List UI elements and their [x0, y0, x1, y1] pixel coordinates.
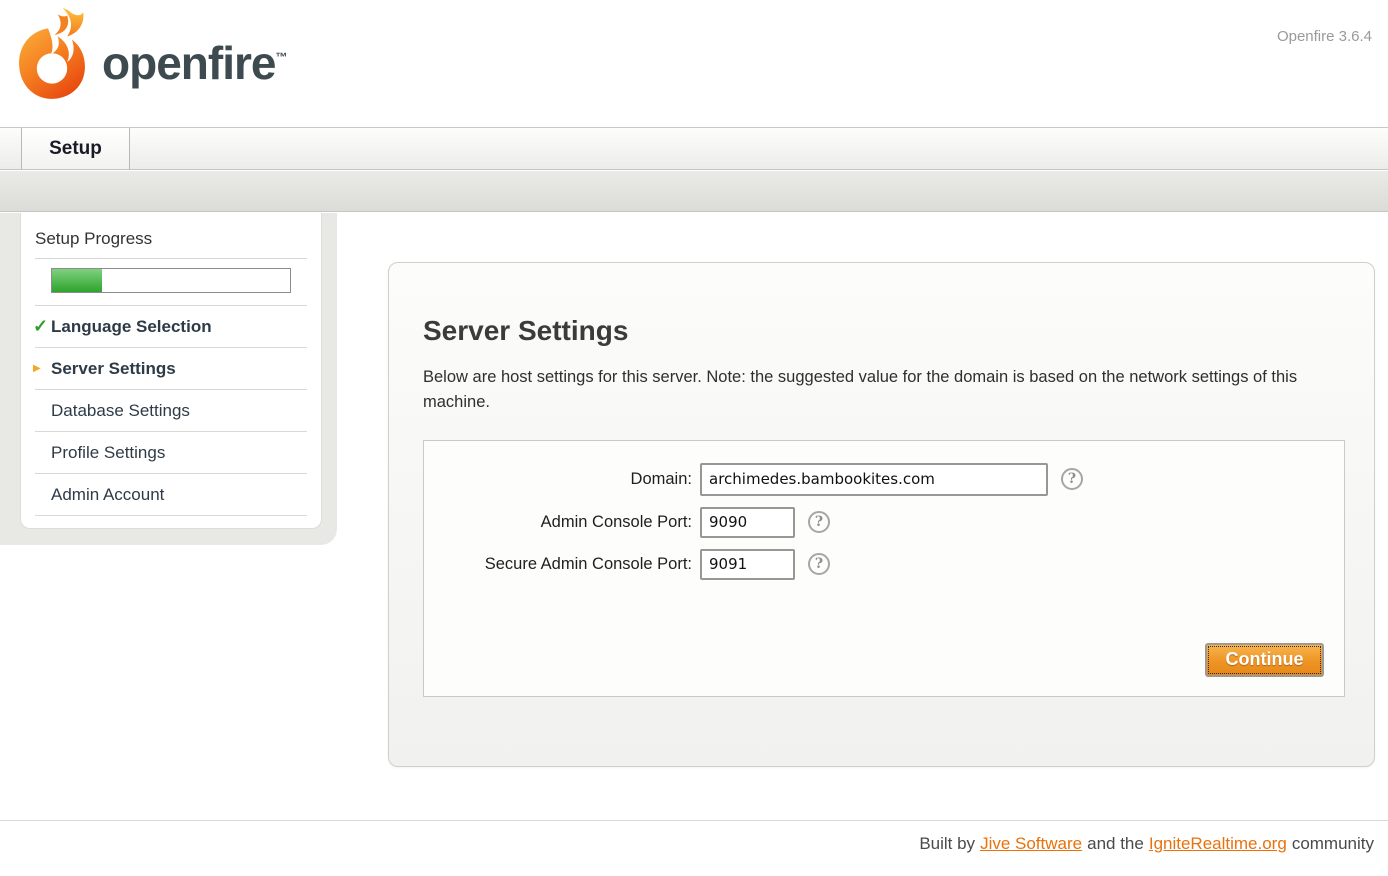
sidebar-item-label: Database Settings — [51, 401, 190, 421]
progress-bar-fill — [52, 269, 102, 292]
trademark: ™ — [275, 50, 287, 64]
help-icon[interactable]: ? — [808, 553, 830, 575]
footer-credit: Built by Jive Software and the IgniteRea… — [919, 834, 1374, 854]
footer-text: Built by — [919, 834, 975, 854]
help-icon[interactable]: ? — [808, 511, 830, 533]
sub-nav-bar — [0, 171, 1388, 212]
sidebar-item-label: Language Selection — [51, 317, 212, 337]
header: openfire™ Openfire 3.6.4 — [0, 0, 1388, 127]
arrow-right-icon: ▶ — [33, 363, 51, 374]
check-icon: ✓ — [33, 316, 51, 337]
sidebar-title: Setup Progress — [21, 229, 321, 258]
footer-text: and the — [1087, 834, 1144, 854]
progress-bar — [51, 268, 291, 293]
version-label: Openfire 3.6.4 — [1277, 28, 1372, 45]
page-title: Server Settings — [423, 315, 1344, 347]
sidebar-item-server-settings[interactable]: ▶ Server Settings — [21, 348, 321, 389]
sidebar-item-admin-account[interactable]: Admin Account — [21, 474, 321, 515]
brand-wordmark: openfire™ — [102, 36, 287, 90]
sidebar-item-language-selection[interactable]: ✓ Language Selection — [21, 306, 321, 347]
divider — [35, 258, 307, 259]
sidebar-item-profile-settings[interactable]: Profile Settings — [21, 432, 321, 473]
domain-input[interactable] — [700, 463, 1048, 496]
page: openfire™ Openfire 3.6.4 Setup Setup Pro… — [0, 0, 1388, 876]
openfire-logo-icon — [16, 6, 96, 118]
sidebar-item-label: Profile Settings — [51, 443, 165, 463]
admin-console-port-label: Admin Console Port: — [424, 513, 700, 532]
sidebar-item-label: Admin Account — [51, 485, 164, 505]
continue-button[interactable]: Continue — [1205, 643, 1324, 677]
secure-admin-console-port-label: Secure Admin Console Port: — [424, 555, 700, 574]
secure-admin-console-port-input[interactable] — [700, 549, 795, 580]
setup-progress-card: Setup Progress ✓ Language Selection ▶ Se… — [20, 213, 322, 529]
tab-bar: Setup — [0, 127, 1388, 170]
page-description: Below are host settings for this server.… — [423, 365, 1303, 415]
footer-text: community — [1292, 834, 1374, 854]
server-settings-form: Domain: ? Admin Console Port: ? Secure A… — [423, 440, 1345, 697]
igniterealtime-link[interactable]: IgniteRealtime.org — [1149, 834, 1287, 854]
sidebar-item-database-settings[interactable]: Database Settings — [21, 390, 321, 431]
form-row-domain: Domain: ? — [424, 463, 1344, 496]
admin-console-port-input[interactable] — [700, 507, 795, 538]
footer: Built by Jive Software and the IgniteRea… — [0, 820, 1388, 876]
divider — [35, 515, 307, 516]
jive-software-link[interactable]: Jive Software — [980, 834, 1082, 854]
form-row-admin-console-port: Admin Console Port: ? — [424, 507, 1344, 538]
main-panel: Server Settings Below are host settings … — [388, 262, 1375, 767]
form-row-secure-admin-console-port: Secure Admin Console Port: ? — [424, 549, 1344, 580]
tab-setup[interactable]: Setup — [21, 128, 130, 169]
sidebar-backdrop: Setup Progress ✓ Language Selection ▶ Se… — [0, 213, 337, 545]
domain-label: Domain: — [424, 470, 700, 489]
help-icon[interactable]: ? — [1061, 468, 1083, 490]
sidebar-item-label: Server Settings — [51, 359, 176, 379]
